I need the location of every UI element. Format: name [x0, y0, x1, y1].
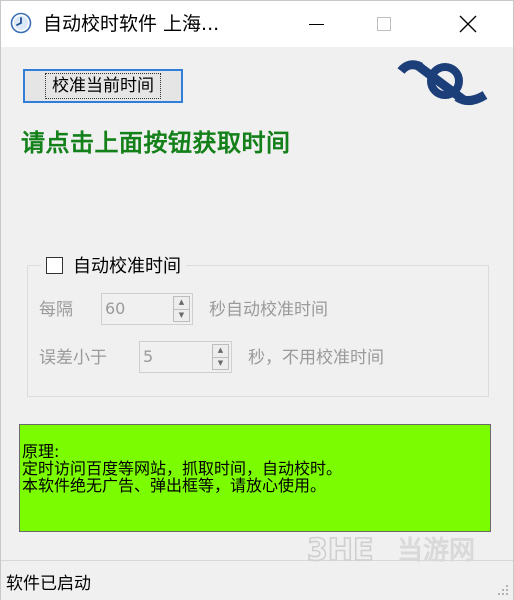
sync-time-button[interactable]: 校准当前时间: [23, 69, 183, 103]
interval-up-button[interactable]: ▲: [173, 296, 190, 309]
chevron-down-icon: ▼: [178, 310, 185, 319]
tolerance-down-button[interactable]: ▼: [212, 356, 229, 370]
info-line: 原理:: [22, 442, 60, 461]
auto-sync-group: [27, 265, 489, 397]
interval-down-button[interactable]: ▼: [173, 308, 190, 322]
sync-time-button-label: 校准当前时间: [45, 73, 161, 99]
tolerance-value: 5: [143, 347, 154, 366]
resize-grip-icon[interactable]: [497, 584, 509, 596]
watermark-logo: 3HE 当游网: [306, 532, 475, 569]
window-title: 自动校时软件 上海...: [43, 13, 220, 35]
maximize-icon: [377, 17, 391, 31]
tolerance-suffix-label: 秒，不用校准时间: [248, 348, 384, 368]
chevron-up-icon: ▲: [217, 346, 224, 355]
brand-logo: [397, 60, 488, 105]
auto-sync-toggle[interactable]: 自动校准时间: [41, 250, 186, 280]
interval-stepper[interactable]: 60 ▲ ▼: [101, 293, 193, 325]
info-panel: 原理: 定时访问百度等网站，抓取时间，自动校时。 本软件绝无广告、弹出框等，请放…: [19, 424, 491, 532]
watermark-brand: 3HE: [307, 533, 373, 568]
clock-app-icon: [10, 12, 32, 34]
watermark-text: 当游网: [397, 536, 475, 566]
minimize-icon: [308, 23, 324, 25]
info-line: 定时访问百度等网站，抓取时间，自动校时。: [22, 459, 343, 478]
interval-prefix-label: 每隔: [39, 300, 73, 320]
minimize-button[interactable]: [293, 1, 339, 47]
interval-value: 60: [105, 299, 126, 318]
tolerance-prefix-label: 误差小于: [39, 348, 107, 368]
maximize-button[interactable]: [361, 1, 407, 47]
auto-sync-checkbox[interactable]: [46, 256, 63, 274]
tolerance-up-button[interactable]: ▲: [212, 344, 229, 357]
close-button[interactable]: [445, 1, 491, 47]
close-icon: [459, 15, 477, 33]
tolerance-stepper[interactable]: 5 ▲ ▼: [139, 341, 232, 373]
chevron-up-icon: ▲: [178, 298, 185, 307]
title-bar[interactable]: 自动校时软件 上海...: [1, 1, 513, 47]
prompt-text: 请点击上面按钮获取时间: [21, 129, 291, 157]
interval-suffix-label: 秒自动校准时间: [209, 300, 328, 320]
app-window: 自动校时软件 上海... 校准当前时间 请点击上面按钮获取时间 自动校准时间 每…: [0, 0, 514, 600]
info-line: 本软件绝无广告、弹出框等，请放心使用。: [22, 476, 327, 495]
chevron-down-icon: ▼: [217, 358, 224, 367]
auto-sync-label: 自动校准时间: [73, 256, 181, 277]
status-text: 软件已启动: [6, 574, 91, 594]
